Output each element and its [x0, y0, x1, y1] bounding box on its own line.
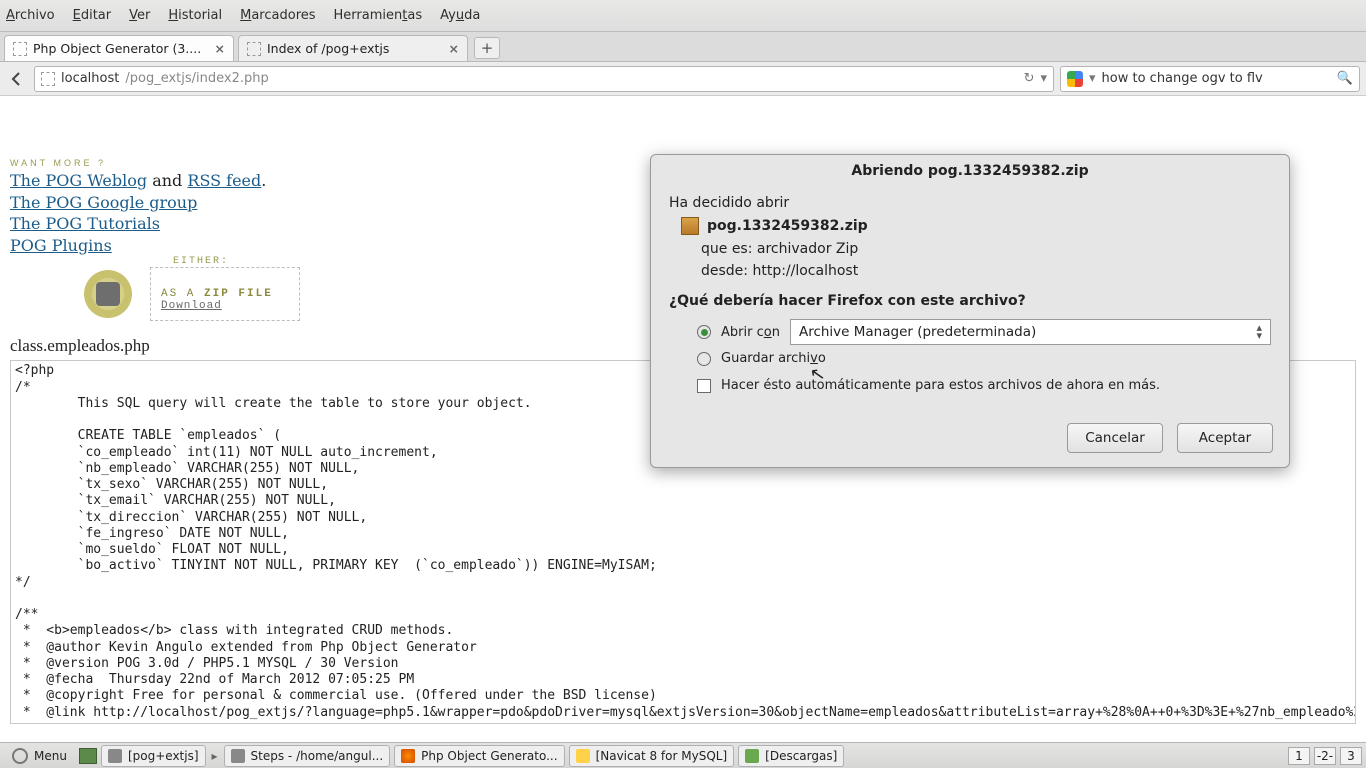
task-menu-caret-icon[interactable]: ▸	[212, 749, 218, 763]
new-tab-button[interactable]: +	[474, 37, 500, 59]
tab-label: Php Object Generator (3....	[33, 41, 201, 56]
mint-menu-icon	[12, 748, 28, 764]
link-rss[interactable]: RSS feed	[187, 171, 261, 190]
text-editor-icon	[231, 749, 245, 763]
radio-save-file[interactable]	[697, 352, 711, 366]
menu-archivo[interactable]: Archivo	[6, 8, 55, 23]
menu-ayuda[interactable]: Ayuda	[440, 8, 480, 23]
back-button[interactable]	[6, 68, 28, 90]
dialog-type-text: que es: archivador Zip	[701, 241, 1271, 257]
link-google-group[interactable]: The POG Google group	[10, 193, 197, 212]
task-filemanager[interactable]: [pog+extjs]	[101, 745, 206, 767]
accept-button[interactable]: Aceptar	[1177, 423, 1273, 453]
menu-marcadores[interactable]: Marcadores	[240, 8, 315, 23]
close-tab-icon[interactable]: ×	[449, 41, 459, 56]
close-tab-icon[interactable]: ×	[215, 41, 225, 56]
downloads-icon	[745, 749, 759, 763]
download-dialog: Abriendo pog.1332459382.zip Ha decidido …	[650, 154, 1290, 468]
url-host: localhost	[61, 71, 119, 86]
combo-value: Archive Manager (predeterminada)	[799, 324, 1036, 340]
system-taskbar: Menu [pog+extjs] ▸ Steps - /home/angul..…	[0, 742, 1366, 768]
firefox-icon	[401, 749, 415, 763]
dialog-filename: pog.1332459382.zip	[681, 217, 1271, 235]
radio-open-with-label: Abrir con	[721, 325, 780, 340]
menu-herramientas[interactable]: Herramientas	[334, 8, 423, 23]
dialog-decided-text: Ha decidido abrir	[669, 195, 1271, 211]
radio-open-with[interactable]	[697, 325, 711, 339]
tab-strip: Php Object Generator (3.... × Index of /…	[0, 32, 1366, 62]
search-text: how to change ogv to flv	[1102, 71, 1263, 86]
task-downloads[interactable]: [Descargas]	[738, 745, 844, 767]
start-menu-button[interactable]: Menu	[4, 746, 75, 766]
gear-graphic-icon	[80, 266, 136, 322]
cancel-button[interactable]: Cancelar	[1067, 423, 1163, 453]
dialog-title: Abriendo pog.1332459382.zip	[651, 155, 1289, 185]
arrow-left-icon	[9, 71, 25, 87]
favicon-placeholder-icon	[13, 42, 27, 56]
workspace-2[interactable]: -2-	[1314, 747, 1336, 765]
menu-editar[interactable]: Editar	[73, 8, 112, 23]
link-plugins[interactable]: POG Plugins	[10, 236, 112, 255]
checkbox-auto-row: Hacer ésto automáticamente para estos ar…	[697, 378, 1271, 393]
task-navicat[interactable]: [Navicat 8 for MySQL]	[569, 745, 735, 767]
dialog-source-text: desde: http://localhost	[701, 263, 1271, 279]
navicat-icon	[576, 749, 590, 763]
combo-arrows-icon: ▴▾	[1256, 324, 1262, 340]
menu-historial[interactable]: Historial	[168, 8, 222, 23]
task-gedit[interactable]: Steps - /home/angul...	[224, 745, 391, 767]
engine-dropdown-icon[interactable]: ▾	[1089, 71, 1096, 86]
dropdown-history-icon[interactable]: ▾	[1040, 71, 1047, 86]
radio-open-with-row: Abrir con Archive Manager (predeterminad…	[697, 319, 1271, 345]
search-bar[interactable]: ▾ how to change ogv to flv 🔍	[1060, 66, 1360, 92]
download-zip-box: EITHER: AS A ZIP FILE Download	[150, 267, 300, 321]
link-weblog[interactable]: The POG Weblog	[10, 171, 147, 190]
dialog-question: ¿Qué debería hacer Firefox con este arch…	[669, 293, 1271, 309]
reload-icon[interactable]: ↻	[1024, 71, 1035, 86]
download-link[interactable]: Download	[161, 300, 222, 312]
folder-icon	[108, 749, 122, 763]
search-go-icon[interactable]: 🔍	[1337, 71, 1353, 86]
url-bar[interactable]: localhost/pog_extjs/index2.php ↻ ▾	[34, 66, 1054, 92]
tab-label: Index of /pog+extjs	[267, 41, 389, 56]
url-path: /pog_extjs/index2.php	[125, 71, 268, 86]
workspace-3[interactable]: 3	[1340, 747, 1362, 765]
workspace-1[interactable]: 1	[1288, 747, 1310, 765]
show-desktop-button[interactable]	[79, 748, 97, 764]
menu-ver[interactable]: Ver	[129, 8, 150, 23]
radio-save-row: Guardar archivo	[697, 351, 1271, 366]
tab-index[interactable]: Index of /pog+extjs ×	[238, 35, 468, 61]
open-with-combo[interactable]: Archive Manager (predeterminada) ▴▾	[790, 319, 1271, 345]
checkbox-auto-label: Hacer ésto automáticamente para estos ar…	[721, 378, 1160, 393]
task-firefox[interactable]: Php Object Generato...	[394, 745, 564, 767]
archive-file-icon	[681, 217, 699, 235]
google-engine-icon[interactable]	[1067, 71, 1083, 87]
radio-save-label: Guardar archivo	[721, 351, 826, 366]
navigation-toolbar: localhost/pog_extjs/index2.php ↻ ▾ ▾ how…	[0, 62, 1366, 96]
site-identity-icon[interactable]	[41, 72, 55, 86]
either-label: EITHER:	[173, 256, 299, 267]
tab-pog[interactable]: Php Object Generator (3.... ×	[4, 35, 234, 61]
favicon-placeholder-icon	[247, 42, 261, 56]
browser-menubar: Archivo Editar Ver Historial Marcadores …	[0, 0, 1366, 32]
link-tutorials[interactable]: The POG Tutorials	[10, 214, 160, 233]
checkbox-auto[interactable]	[697, 379, 711, 393]
as-zip-label: AS A ZIP FILE	[161, 288, 273, 300]
